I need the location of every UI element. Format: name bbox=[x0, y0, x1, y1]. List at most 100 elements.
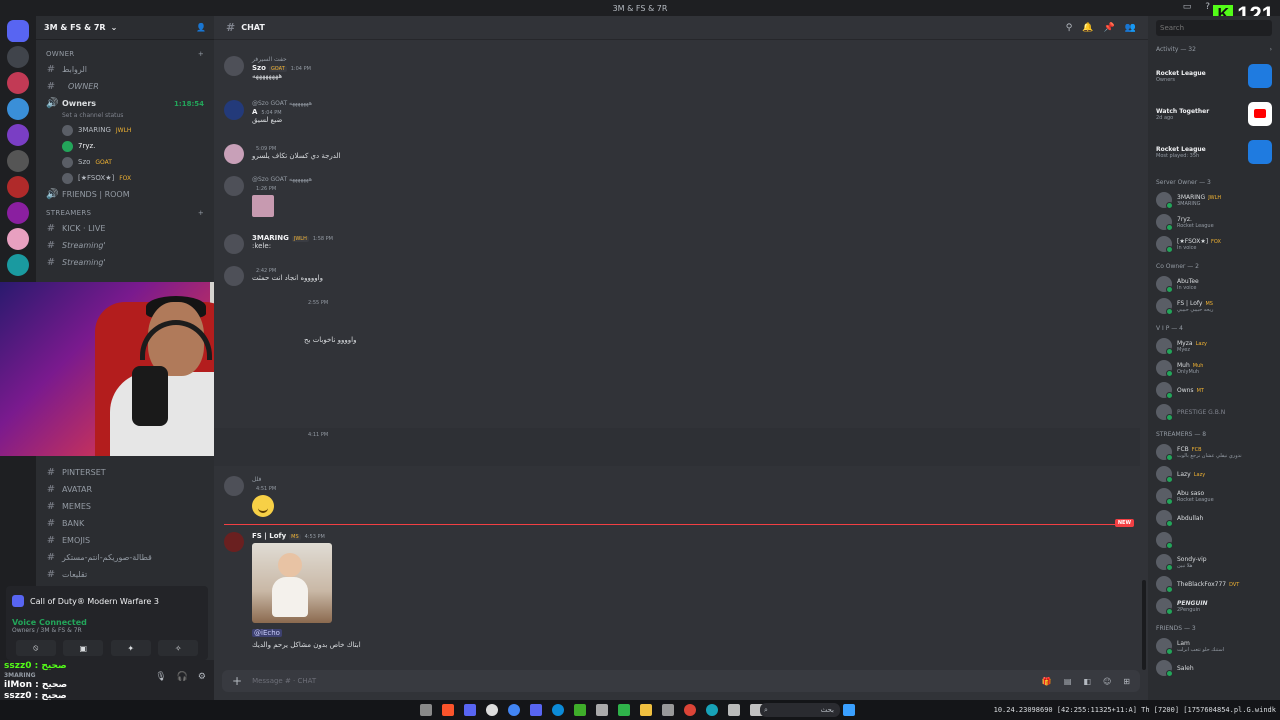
voice-user[interactable]: 3MARING JWLH bbox=[42, 122, 208, 138]
app-icon[interactable] bbox=[728, 704, 740, 716]
member-item[interactable]: [★FSOX★] FOX In voice bbox=[1148, 233, 1280, 255]
category-streamers[interactable]: STREAMERS + bbox=[42, 203, 208, 220]
activity-card[interactable]: Watch Together 2d ago bbox=[1148, 95, 1280, 133]
member-item[interactable]: TheBlackFox777 DVT bbox=[1148, 573, 1280, 595]
member-item[interactable]: Lam استنك حلو تتعب ابرلت bbox=[1148, 635, 1280, 657]
member-item[interactable]: Abu saso Rocket League bbox=[1148, 485, 1280, 507]
member-item[interactable]: Owns MT bbox=[1148, 379, 1280, 401]
member-item[interactable] bbox=[1148, 529, 1280, 551]
message[interactable]: 5:09 PM الدرجة دي كسلان تكاف يلسرو bbox=[224, 144, 341, 164]
folder-icon[interactable] bbox=[640, 704, 652, 716]
voice-channel-friends[interactable]: 🔊 FRIENDS | ROOM bbox=[42, 186, 208, 203]
message-list[interactable]: حفت السيرفر Szo GOAT 1:04 PM ههههههههه @Sz… bbox=[214, 40, 1148, 670]
sticker-icon[interactable]: ◧ bbox=[1083, 677, 1091, 686]
activities-icon[interactable]: ✦ bbox=[110, 640, 151, 656]
voice-connected-channel[interactable]: Owners / 3M & FS & 7R bbox=[12, 627, 202, 634]
activity-header[interactable]: Activity — 32 › bbox=[1148, 40, 1280, 57]
category-owner[interactable]: owner + bbox=[42, 44, 208, 61]
notifications-icon[interactable]: 🔔 bbox=[1082, 23, 1093, 33]
channel-avatar[interactable]: # AVATAR bbox=[42, 481, 208, 498]
members-icon[interactable]: 👥 bbox=[1125, 23, 1136, 33]
channel-streaming[interactable]: # Streaming' bbox=[42, 237, 208, 254]
camera-off-icon[interactable]: ⦸ bbox=[15, 640, 56, 656]
message[interactable]: 2:55 PM واوووو ناخوبات بح bbox=[304, 298, 356, 344]
channel-owner[interactable]: # OWNER bbox=[42, 78, 208, 95]
explorer-icon[interactable] bbox=[420, 704, 432, 716]
discord-icon[interactable] bbox=[530, 704, 542, 716]
channel-streaming[interactable]: # Streaming' bbox=[42, 254, 208, 271]
server-icon[interactable] bbox=[7, 124, 29, 146]
message[interactable]: 4:11 PM bbox=[304, 430, 328, 438]
pin-icon[interactable]: 📌 bbox=[1104, 23, 1115, 33]
voice-connected-status[interactable]: Voice Connected bbox=[12, 618, 202, 627]
member-item[interactable]: FCB FCB ندوري نيفلي عشان نرجع بالوت bbox=[1148, 441, 1280, 463]
chrome-icon[interactable] bbox=[684, 704, 696, 716]
mic-icon[interactable]: 🎙 bbox=[155, 672, 166, 682]
member-item[interactable]: 7ryz. Rocket League bbox=[1148, 211, 1280, 233]
channel-memes[interactable]: # MEMES bbox=[42, 498, 208, 515]
brave-icon[interactable] bbox=[442, 704, 454, 716]
voice-user[interactable]: [★FSOX★] FOX bbox=[42, 170, 208, 186]
soundboard-icon[interactable]: ✧ bbox=[158, 640, 199, 656]
message[interactable]: حفت السيرفر Szo GOAT 1:04 PM ههههههههه bbox=[224, 56, 311, 80]
activity-card[interactable]: Rocket League Most played: 35h bbox=[1148, 133, 1280, 171]
channel-emojis[interactable]: # EMOJIS bbox=[42, 532, 208, 549]
message[interactable]: @Szo GOAT هههههههه 1:26 PM bbox=[224, 176, 312, 217]
edge-icon[interactable] bbox=[706, 704, 718, 716]
member-item[interactable]: Myza Lazy Myez bbox=[1148, 335, 1280, 357]
screen-share-icon[interactable]: ▣ bbox=[63, 640, 104, 656]
server-icon[interactable] bbox=[7, 228, 29, 250]
message[interactable]: 3MARING JWLH 1:58 PM :kele: bbox=[224, 234, 333, 254]
member-item[interactable]: AbuTee In voice bbox=[1148, 273, 1280, 295]
github-icon[interactable] bbox=[486, 704, 498, 716]
channel-pinterset[interactable]: # PINTERSET bbox=[42, 464, 208, 481]
composer-placeholder[interactable]: Message # · CHAT bbox=[252, 677, 316, 685]
add-member-icon[interactable]: 👤 bbox=[196, 23, 206, 32]
member-item[interactable]: Muh Muh OnlyMuh bbox=[1148, 357, 1280, 379]
voice-user[interactable]: 7ryz. bbox=[42, 138, 208, 154]
activity-card[interactable]: Rocket League Owners bbox=[1148, 57, 1280, 95]
server-icon[interactable] bbox=[7, 202, 29, 224]
message[interactable]: فلل 4:51 PM bbox=[224, 476, 276, 517]
app-icon[interactable] bbox=[464, 704, 476, 716]
member-item[interactable]: Saleh bbox=[1148, 657, 1280, 679]
voice-user[interactable]: Szo GOAT bbox=[42, 154, 208, 170]
image-attachment[interactable] bbox=[252, 195, 274, 217]
user-mention[interactable]: @iEcho bbox=[252, 629, 282, 637]
gif-icon[interactable]: ▤ bbox=[1064, 677, 1072, 686]
start-icon[interactable] bbox=[843, 704, 855, 716]
inbox-icon[interactable]: ▭ bbox=[1183, 2, 1192, 12]
server-header[interactable]: 3M & FS & 7R ⌄ 👤 bbox=[36, 16, 214, 40]
member-item[interactable]: Lazy Lazy bbox=[1148, 463, 1280, 485]
channel-kick-live[interactable]: # KICK · LIVE bbox=[42, 220, 208, 237]
play-icon[interactable] bbox=[618, 704, 630, 716]
member-item[interactable]: Sondy-vip هلا نبين bbox=[1148, 551, 1280, 573]
search-input[interactable] bbox=[1156, 20, 1272, 36]
server-icon[interactable] bbox=[7, 98, 29, 120]
message-composer[interactable]: + Message # · CHAT 🎁 ▤ ◧ ☺ ⊞ bbox=[222, 670, 1140, 692]
calendar-icon[interactable] bbox=[596, 704, 608, 716]
headphones-icon[interactable]: 🎧 bbox=[177, 672, 188, 682]
edge-icon[interactable] bbox=[552, 704, 564, 716]
member-item[interactable]: 3MARING JWLH 3MARING bbox=[1148, 189, 1280, 211]
server-icon[interactable] bbox=[7, 176, 29, 198]
discord-home-icon[interactable] bbox=[7, 20, 29, 42]
message[interactable]: 2:42 PM واووووه انجاد انت حمثت bbox=[224, 266, 323, 286]
threads-icon[interactable]: ⚲ bbox=[1066, 23, 1073, 33]
server-icon[interactable] bbox=[7, 72, 29, 94]
taskbar-search[interactable]: ⌕ بحث bbox=[760, 703, 840, 717]
app-icon[interactable] bbox=[662, 704, 674, 716]
message[interactable]: FS | Lofy MS 4:53 PM @iEcho ابتاك خاص بدون… bbox=[224, 532, 361, 649]
channel-extra[interactable]: # تقليعات bbox=[42, 566, 208, 583]
member-item[interactable]: PENGUIN 2Penguin bbox=[1148, 595, 1280, 617]
channel-links[interactable]: # الروابط bbox=[42, 61, 208, 78]
gift-icon[interactable]: 🎁 bbox=[1042, 677, 1052, 686]
member-item[interactable]: FS | Lofy MS ريحه حبيبي حبيبي bbox=[1148, 295, 1280, 317]
voice-channel-owners[interactable]: 🔊 Owners 1:18:54 bbox=[42, 95, 208, 112]
gear-icon[interactable]: ⚙ bbox=[198, 672, 206, 682]
emoji-icon[interactable]: ☺ bbox=[1103, 677, 1111, 686]
scrollbar[interactable] bbox=[1142, 580, 1146, 670]
channel-bank[interactable]: # BANK bbox=[42, 515, 208, 532]
gif-attachment[interactable] bbox=[252, 543, 332, 623]
minecraft-icon[interactable] bbox=[574, 704, 586, 716]
